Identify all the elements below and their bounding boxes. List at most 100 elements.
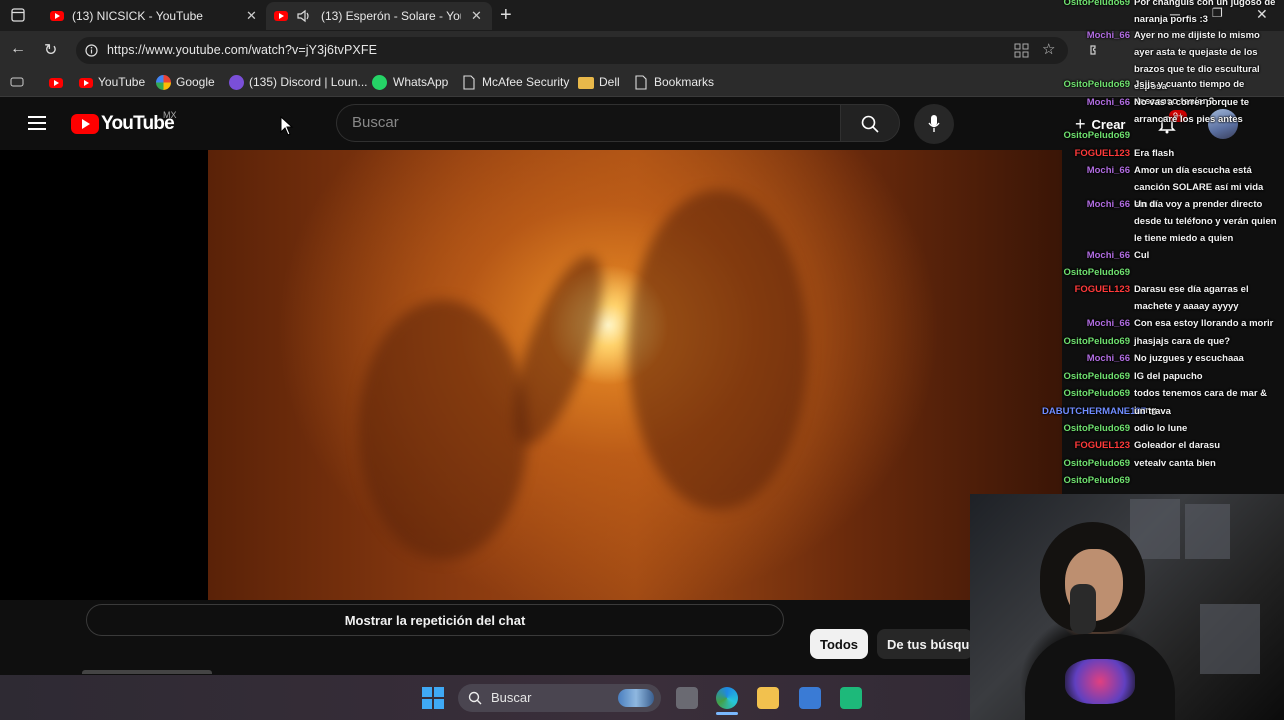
chat-text: No vas a correr porque te arrancaré los … <box>1134 97 1250 125</box>
chat-text: Por changuis con un jugoso de naranja po… <box>1134 0 1276 25</box>
chat-text: Con esa estoy llorando a morir <box>1134 318 1274 329</box>
taskbar-search[interactable]: Buscar <box>458 684 661 712</box>
chat-username: OsitoPeludo69 <box>1063 458 1130 469</box>
bookmark-mcafee[interactable]: McAfee Security <box>482 75 569 89</box>
chat-username: Mochi_66 <box>1086 30 1130 41</box>
chat-message: OsitoPeludo69 odio lo lune <box>1042 420 1282 437</box>
url-text: https://www.youtube.com/watch?v=jY3j6tvP… <box>107 43 378 57</box>
chat-message: Mochi_66 Un día voy a prender directo des… <box>1042 196 1282 247</box>
chat-text: No juzgues y escuchaaa <box>1134 353 1244 364</box>
chat-username: OsitoPeludo69 <box>1063 0 1130 8</box>
chat-message: OsitoPeludo69 <box>1042 127 1282 144</box>
chat-username: OsitoPeludo69 <box>1063 336 1130 347</box>
chat-username: Mochi_66 <box>1086 97 1130 108</box>
voice-search-button[interactable] <box>914 104 954 144</box>
screen: (13) NICSICK - YouTube ✕ (13) Esperón - … <box>0 0 1284 720</box>
show-chat-replay-button[interactable]: Mostrar la repetición del chat <box>86 604 784 636</box>
chat-text: odio lo lune <box>1134 423 1188 434</box>
search-icon <box>861 115 879 133</box>
region-label: MX <box>163 110 177 120</box>
mouse-cursor-icon <box>280 116 294 136</box>
menu-icon[interactable] <box>28 116 46 130</box>
app-icon[interactable] <box>840 687 862 709</box>
chat-message: Mochi_66 Con esa estoy llorando a morir <box>1042 315 1282 332</box>
tab-nicsick[interactable]: (13) NICSICK - YouTube ✕ <box>40 2 265 30</box>
chat-text: Era flash <box>1134 148 1175 159</box>
active-app-indicator <box>716 712 738 715</box>
site-info-icon[interactable] <box>85 44 98 57</box>
search-highlight-icon <box>618 689 654 707</box>
chat-message: OsitoPeludo69 <box>1042 472 1282 489</box>
folder-icon <box>578 77 594 89</box>
bookmark-google[interactable]: Google <box>176 75 215 89</box>
youtube-favicon-icon <box>274 11 288 21</box>
chat-message: OsitoPeludo69 Por changuis con un jugoso … <box>1042 0 1282 28</box>
close-tab-icon[interactable]: ✕ <box>471 8 482 24</box>
tab-label: (13) Esperón - Solare - YouT <box>321 9 461 23</box>
bookmarks-menu-icon[interactable] <box>10 76 24 88</box>
microphone-icon <box>928 115 940 132</box>
shirt-print <box>1065 659 1135 704</box>
video-frame[interactable] <box>208 150 1062 600</box>
bookmark-bookmarks[interactable]: Bookmarks <box>654 75 714 89</box>
tab-label: (13) NICSICK - YouTube <box>72 9 203 23</box>
figure-shadow <box>495 245 621 455</box>
chat-username: OsitoPeludo69 <box>1063 423 1130 434</box>
chat-text: Cul <box>1134 250 1150 261</box>
chat-username: FOGUEL123 <box>1074 440 1130 451</box>
tab-esperon-solare[interactable]: (13) Esperón - Solare - YouT ✕ <box>266 2 492 30</box>
whatsapp-icon <box>372 75 387 90</box>
reload-icon[interactable]: ↻ <box>44 40 57 60</box>
search-icon <box>468 691 482 705</box>
task-view-icon[interactable] <box>676 687 698 709</box>
chat-message: Mochi_66 No vas a correr porque te arranc… <box>1042 94 1282 128</box>
chip-all[interactable]: Todos <box>810 629 869 659</box>
streamer-webcam <box>970 494 1284 720</box>
file-explorer-icon[interactable] <box>757 687 779 709</box>
chat-message: DABUTCHERMANE187un trava <box>1042 403 1282 420</box>
chat-username: DABUTCHERMANE187 <box>1042 406 1146 417</box>
chat-message: FOGUEL123 Goleador el darasu <box>1042 437 1282 454</box>
bookmark-whatsapp[interactable]: WhatsApp <box>393 75 448 89</box>
chat-message: OsitoPeludo69 jhasjajs cara de que? <box>1042 333 1282 350</box>
chat-username: FOGUEL123 <box>1074 284 1130 295</box>
app-available-icon[interactable] <box>1014 43 1029 58</box>
windows-start-icon[interactable] <box>421 686 445 710</box>
speaker-icon[interactable] <box>296 9 312 23</box>
chat-text: Un día voy a prender directo desde tu te… <box>1134 199 1277 244</box>
search-button[interactable] <box>840 104 900 142</box>
bookmark-discord[interactable]: (135) Discord | Loun... <box>249 75 368 89</box>
chat-username: OsitoPeludo69 <box>1063 475 1130 486</box>
back-icon[interactable]: ← <box>10 40 26 58</box>
chat-username: Mochi_66 <box>1086 353 1130 364</box>
chat-text: un trava <box>1134 406 1171 417</box>
page-icon <box>463 75 475 90</box>
chip-from-your-searches[interactable]: De tus búsque <box>877 629 973 659</box>
bookmark-youtube[interactable]: YouTube <box>98 75 145 89</box>
video-title-partial <box>82 664 232 674</box>
bookmark-dell[interactable]: Dell <box>599 75 620 89</box>
chat-username: OsitoPeludo69 <box>1063 130 1130 141</box>
new-tab-icon[interactable]: + <box>500 4 512 27</box>
chat-message: OsitoPeludo69 vetealv canta bien <box>1042 455 1282 472</box>
youtube-favicon-icon <box>79 78 93 88</box>
tab-actions-icon[interactable] <box>11 8 25 22</box>
taskbar-search-label: Buscar <box>491 690 532 705</box>
chat-text: IG del papucho <box>1134 371 1203 382</box>
chat-username: OsitoPeludo69 <box>1063 371 1130 382</box>
youtube-bookmark-icon[interactable] <box>49 78 63 88</box>
close-tab-icon[interactable]: ✕ <box>246 8 257 24</box>
youtube-logo-icon[interactable] <box>71 114 99 134</box>
chat-username: OsitoPeludo69 <box>1063 267 1130 278</box>
microsoft-store-icon[interactable] <box>799 687 821 709</box>
chat-text: vetealv canta bien <box>1134 458 1216 469</box>
search-input[interactable] <box>352 114 812 131</box>
discord-icon <box>229 75 244 90</box>
google-icon <box>156 75 171 90</box>
address-bar[interactable]: https://www.youtube.com/watch?v=jY3j6tvP… <box>76 37 1068 64</box>
page-icon <box>635 75 647 90</box>
microphone <box>1070 584 1096 634</box>
chat-username: Mochi_66 <box>1086 199 1130 210</box>
edge-browser-icon[interactable] <box>716 687 738 709</box>
chat-username: Mochi_66 <box>1086 250 1130 261</box>
